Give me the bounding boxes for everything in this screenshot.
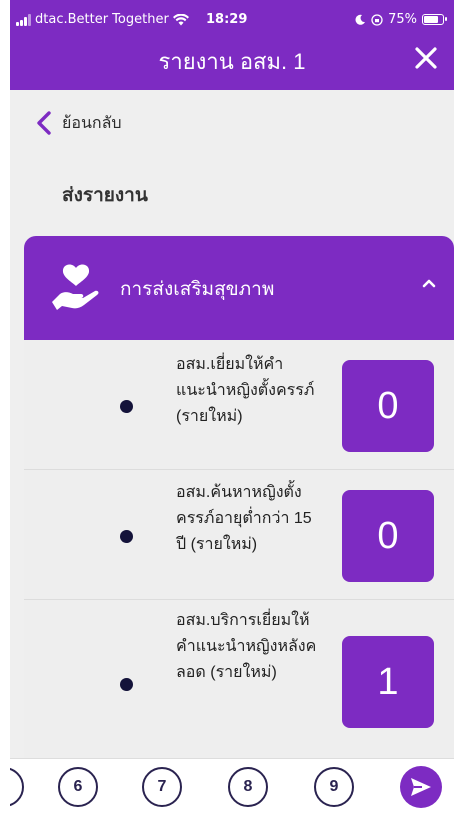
bullet-icon — [120, 400, 133, 413]
hand-heart-icon — [52, 264, 99, 310]
right-margin — [454, 0, 462, 818]
item-label: อสม.บริการเยี่ยมให้คำแนะนำหญิงหลังคลอด (… — [176, 612, 317, 681]
item-label: อสม.ค้นหาหญิงตั้งครรภ์อายุต่ำกว่า 15 ปี … — [176, 484, 312, 553]
category-title: การส่งเสริมสุขภาพ — [120, 279, 275, 300]
send-button[interactable] — [400, 766, 442, 808]
page-button-previous[interactable] — [10, 767, 24, 807]
battery-percent: 75% — [388, 12, 417, 27]
app-screen: dtac.Better Together 18:29 75% รายงาน อส… — [10, 0, 454, 818]
wifi-icon — [172, 13, 189, 25]
moon-icon — [355, 14, 366, 25]
item-label: อสม.เยี่ยมให้คำแนะนำหญิงตั้งครรภ์ (รายให… — [176, 356, 315, 425]
signal-icon — [16, 13, 31, 26]
left-margin — [0, 0, 10, 818]
bullet-icon — [120, 530, 133, 543]
page-title: รายงาน อสม. 1 — [158, 49, 306, 74]
send-icon — [411, 778, 431, 796]
bullet-icon — [120, 678, 133, 691]
status-bar: dtac.Better Together 18:29 75% — [10, 10, 454, 32]
page-button[interactable]: 7 — [142, 767, 182, 807]
chevron-up-icon — [422, 279, 436, 288]
carrier-name: dtac.Better Together — [35, 12, 169, 27]
count-button[interactable]: 0 — [342, 490, 434, 582]
page-button[interactable]: 8 — [228, 767, 268, 807]
list-item: อสม.บริการเยี่ยมให้คำแนะนำหญิงหลังคลอด (… — [24, 600, 454, 760]
indicator-list: อสม.เยี่ยมให้คำแนะนำหญิงตั้งครรภ์ (รายให… — [24, 340, 454, 760]
status-left: dtac.Better Together — [16, 12, 189, 27]
list-item: อสม.ค้นหาหญิงตั้งครรภ์อายุต่ำกว่า 15 ปี … — [24, 470, 454, 600]
count-button[interactable]: 1 — [342, 636, 434, 728]
close-icon — [415, 47, 437, 69]
orientation-lock-icon — [371, 13, 383, 26]
battery-icon — [422, 14, 447, 25]
status-time: 18:29 — [206, 12, 248, 27]
page-button[interactable]: 9 — [314, 767, 354, 807]
back-label: ย้อนกลับ — [62, 114, 122, 132]
count-button[interactable]: 0 — [342, 360, 434, 452]
list-item: อสม.เยี่ยมให้คำแนะนำหญิงตั้งครรภ์ (รายให… — [24, 340, 454, 470]
page-button[interactable]: 6 — [58, 767, 98, 807]
section-title: ส่งรายงาน — [62, 185, 148, 206]
close-button[interactable] — [408, 40, 444, 76]
chevron-left-icon — [37, 111, 51, 135]
back-button[interactable]: ย้อนกลับ — [36, 110, 122, 136]
header-bar: dtac.Better Together 18:29 75% รายงาน อส… — [10, 0, 454, 90]
category-header[interactable]: การส่งเสริมสุขภาพ — [24, 236, 454, 340]
status-right: 75% — [354, 12, 447, 27]
page-navigation: 6 7 8 9 — [10, 758, 454, 818]
